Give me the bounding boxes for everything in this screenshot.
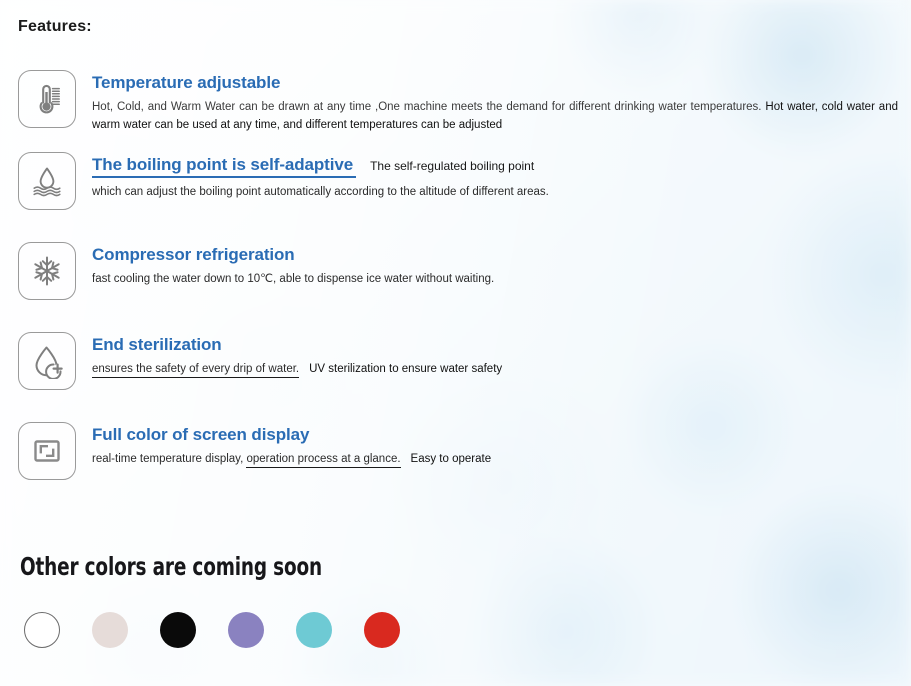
feature-icon-container bbox=[18, 242, 76, 300]
feature-body: End sterilization ensures the safety of … bbox=[92, 332, 898, 379]
snowflake-icon bbox=[29, 253, 65, 289]
feature-icon-container bbox=[18, 422, 76, 480]
feature-icon-container bbox=[18, 332, 76, 390]
color-swatch-purple[interactable] bbox=[228, 612, 264, 648]
feature-description: Hot, Cold, and Warm Water can be drawn a… bbox=[92, 99, 898, 134]
feature-title: Compressor refrigeration bbox=[92, 245, 295, 264]
feature-description-note: UV sterilization to ensure water safety bbox=[309, 363, 503, 376]
water-drop-waves-icon bbox=[29, 163, 65, 199]
page-title: Features: bbox=[18, 18, 92, 35]
colors-section-title: Other colors are coming soon bbox=[20, 552, 322, 581]
feature-icon-container bbox=[18, 70, 76, 128]
feature-item-boiling-point: The boiling point is self-adaptive The s… bbox=[18, 152, 898, 210]
feature-body: The boiling point is self-adaptive The s… bbox=[92, 152, 898, 202]
feature-body: Temperature adjustable Hot, Cold, and Wa… bbox=[92, 70, 898, 134]
feature-description: fast cooling the water down to 10℃, able… bbox=[92, 271, 898, 288]
feature-title: End sterilization bbox=[92, 335, 222, 354]
feature-title-note: The self-regulated boiling point bbox=[370, 159, 535, 173]
feature-item-refrigeration: Compressor refrigeration fast cooling th… bbox=[18, 242, 898, 300]
feature-description-main: Hot, Cold, and Warm Water can be drawn a… bbox=[92, 101, 762, 114]
feature-body: Compressor refrigeration fast cooling th… bbox=[92, 242, 898, 289]
feature-title-line: Full color of screen display bbox=[92, 424, 898, 445]
feature-item-temperature: Temperature adjustable Hot, Cold, and Wa… bbox=[18, 70, 898, 134]
feature-description-main: ensures the safety of every drip of wate… bbox=[92, 363, 300, 379]
feature-title: Full color of screen display bbox=[92, 425, 310, 444]
feature-title-line: Temperature adjustable bbox=[92, 72, 898, 93]
feature-description: ensures the safety of every drip of wate… bbox=[92, 361, 898, 379]
feature-title-line: Compressor refrigeration bbox=[92, 244, 898, 265]
feature-description-main: fast cooling the water down to 10℃, able… bbox=[92, 273, 495, 286]
feature-title-line: End sterilization bbox=[92, 334, 898, 355]
color-swatch-red[interactable] bbox=[364, 612, 400, 648]
color-swatch-beige[interactable] bbox=[92, 612, 128, 648]
drop-plus-sterilize-icon bbox=[29, 343, 65, 379]
feature-description: real-time temperature display, operation… bbox=[92, 451, 898, 469]
feature-title: Temperature adjustable bbox=[92, 73, 281, 92]
feature-description-main: real-time temperature display, bbox=[92, 453, 247, 466]
feature-body: Full color of screen display real-time t… bbox=[92, 422, 898, 469]
feature-item-screen-display: Full color of screen display real-time t… bbox=[18, 422, 898, 480]
feature-description: which can adjust the boiling point autom… bbox=[92, 184, 898, 201]
feature-description-extra: operation process at a glance. bbox=[246, 453, 401, 469]
feature-title: The boiling point is self-adaptive bbox=[92, 154, 357, 179]
features-page: Features: Temperature adjustable Hot, Co… bbox=[0, 0, 911, 686]
feature-description-note: Easy to operate bbox=[410, 453, 492, 466]
color-swatch-list bbox=[24, 612, 432, 648]
color-swatch-turquoise[interactable] bbox=[296, 612, 332, 648]
thermometer-icon bbox=[29, 81, 65, 117]
color-swatch-white[interactable] bbox=[24, 612, 60, 648]
screen-display-icon bbox=[29, 433, 65, 469]
feature-description-main: which can adjust the boiling point autom… bbox=[92, 186, 549, 199]
feature-icon-container bbox=[18, 152, 76, 210]
feature-item-sterilization: End sterilization ensures the safety of … bbox=[18, 332, 898, 390]
feature-title-line: The boiling point is self-adaptive The s… bbox=[92, 154, 898, 179]
color-swatch-black[interactable] bbox=[160, 612, 196, 648]
